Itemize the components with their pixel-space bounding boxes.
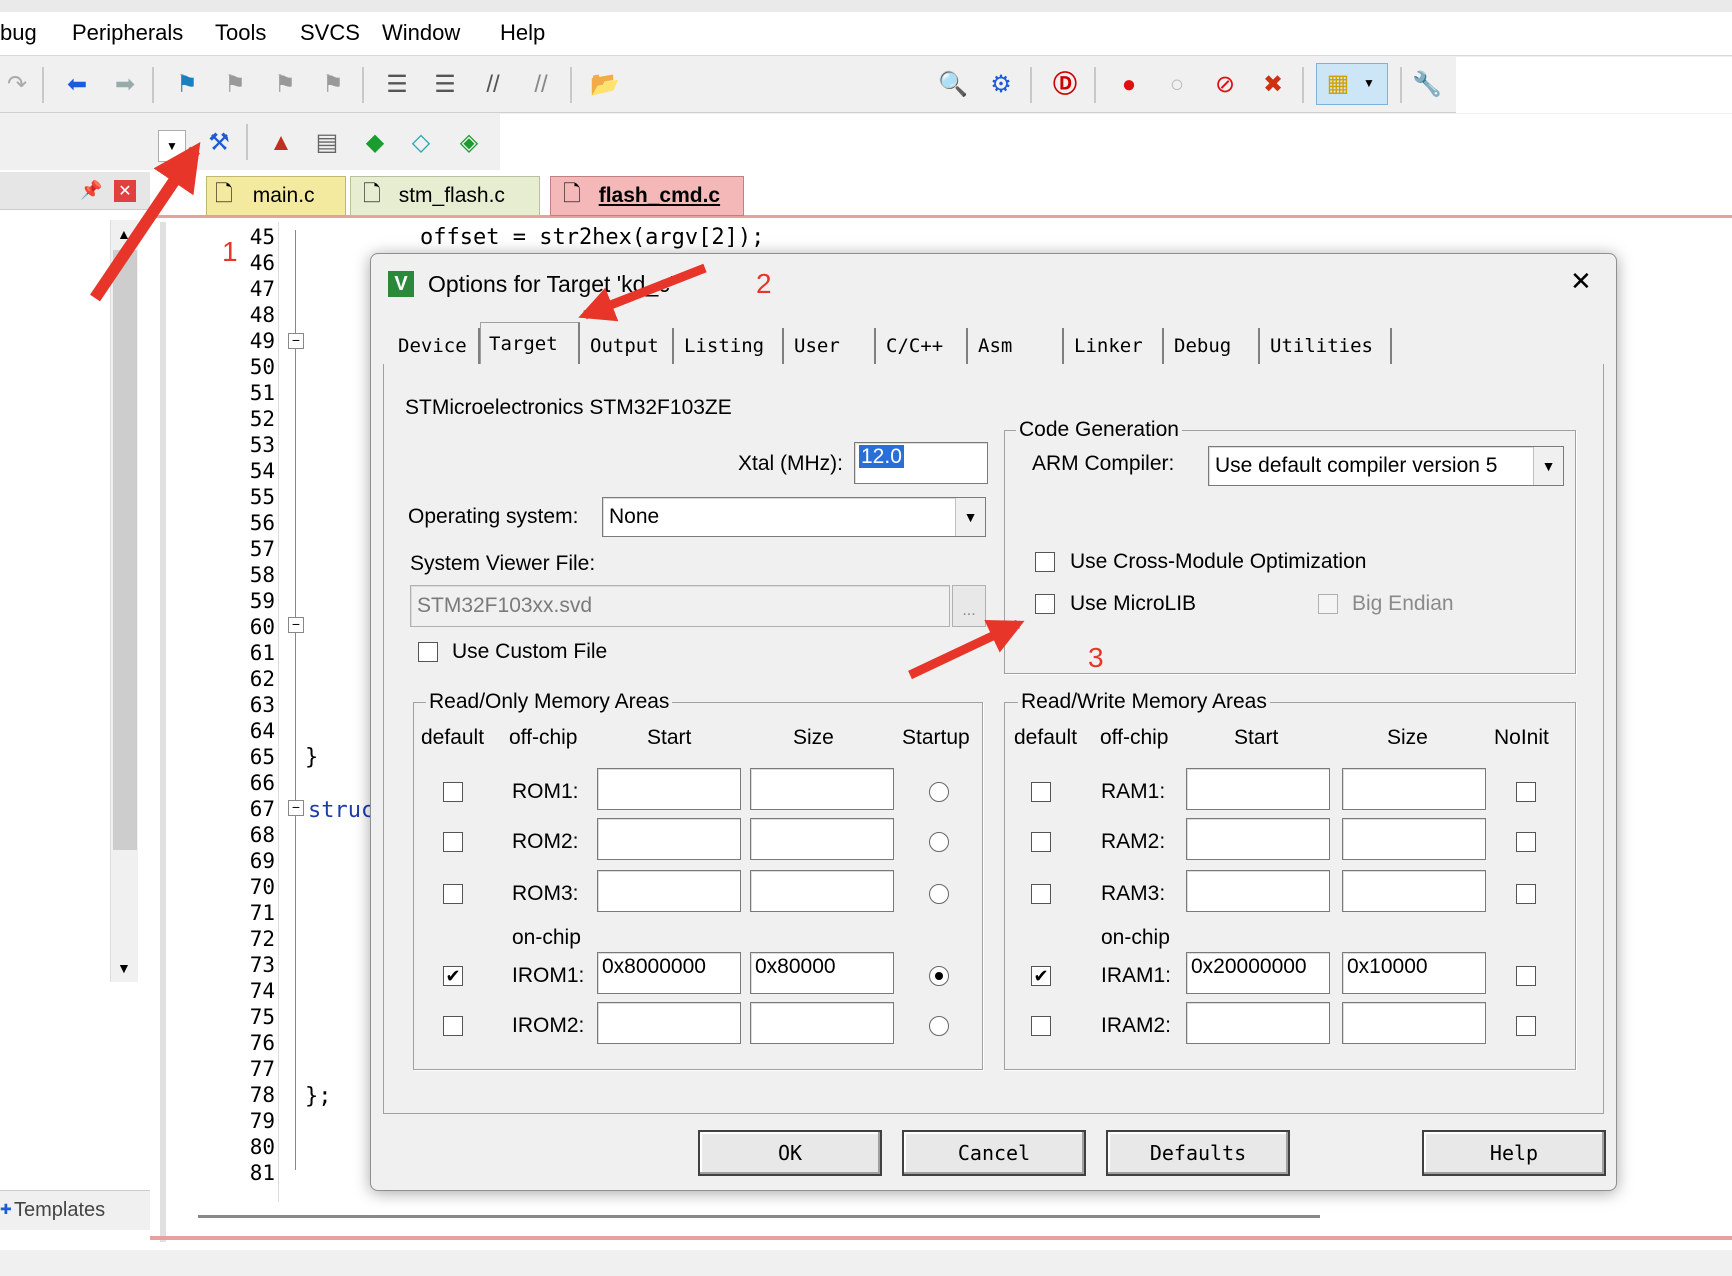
annotation-arrow-2: [578, 263, 707, 322]
annotation-number-1: 1: [222, 236, 238, 267]
annotation-overlay: [90, 142, 1025, 680]
annotation-arrow-1: [90, 142, 201, 302]
annotation-arrow-3: [908, 619, 1025, 680]
annotation-number-2: 2: [756, 268, 772, 299]
annotation-number-3: 3: [1088, 642, 1104, 673]
